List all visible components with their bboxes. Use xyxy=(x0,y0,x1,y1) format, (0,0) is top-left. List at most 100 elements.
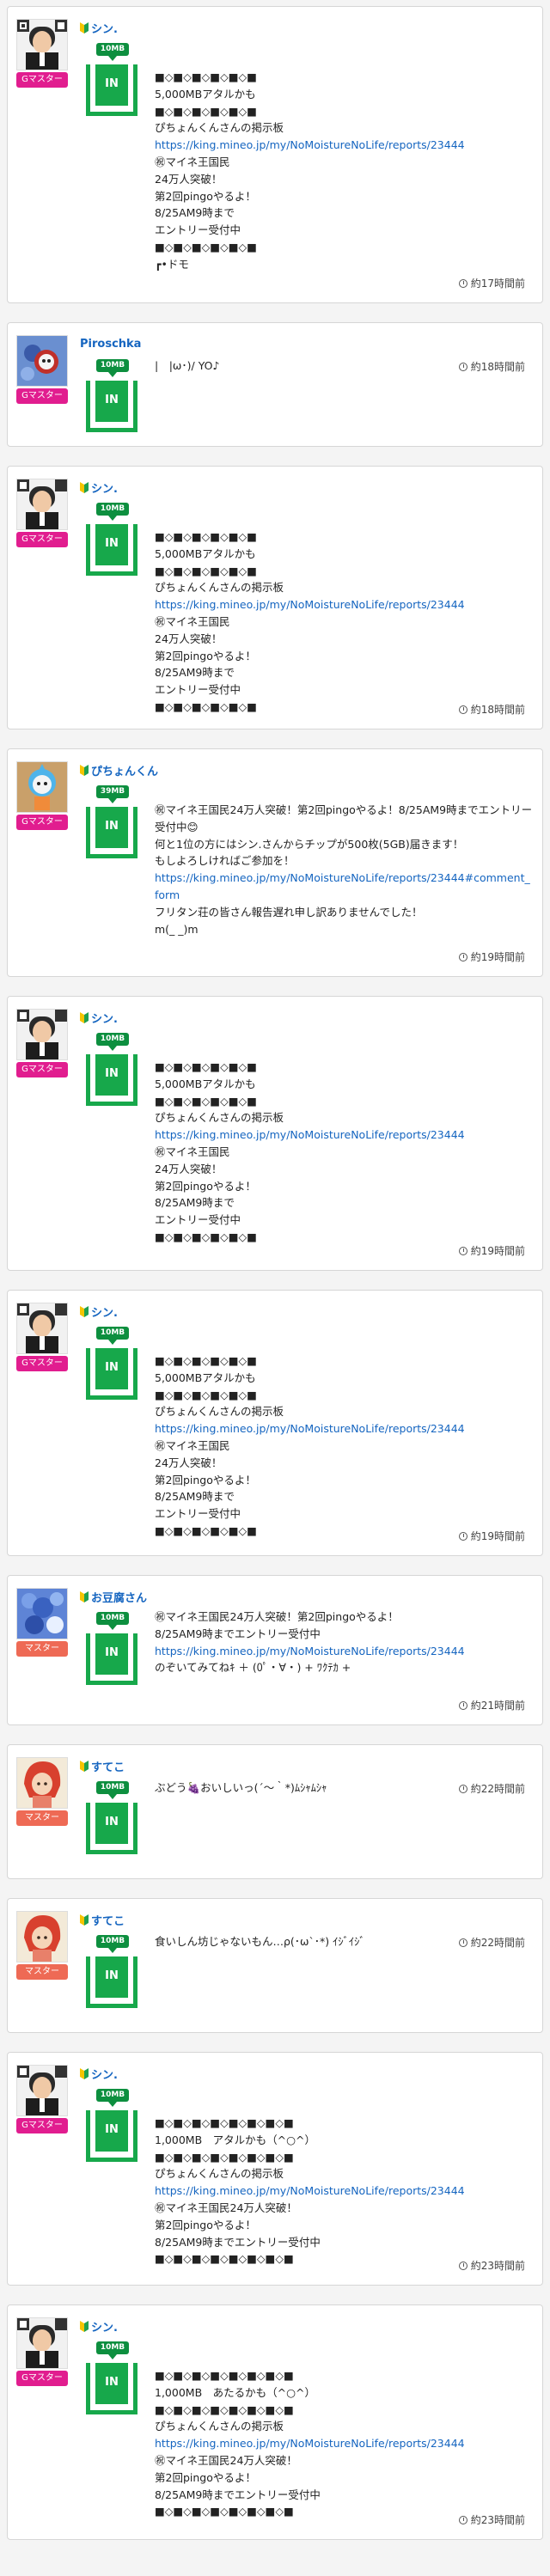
gift-in-icon: IN xyxy=(86,1956,138,2008)
user-name-row[interactable]: すてこ xyxy=(80,1758,125,1774)
rank-badge: Gマスター xyxy=(16,388,68,404)
user-name[interactable]: すてこ xyxy=(91,1758,125,1774)
user-name[interactable]: シン. xyxy=(91,479,118,496)
user-name[interactable]: シン. xyxy=(91,2318,118,2335)
rank-badge: Gマスター xyxy=(16,532,68,547)
comment-body: ■◇■◇■◇■◇■◇■ 5,000MBアタルかも ■◇■◇■◇■◇■◇■ ぴちょ… xyxy=(155,1352,533,1540)
chip-gift: 10MB IN xyxy=(86,1612,139,1685)
clock-icon xyxy=(458,705,468,714)
user-name[interactable]: ぴちょんくん xyxy=(91,762,158,778)
chip-gift: 10MB IN xyxy=(86,359,139,432)
comment-card: マスター すてこ 10MB IN ぶどう🍇おいしいっ(´～｀*)ﾑｼｬﾑｼｬ 約… xyxy=(7,1744,543,1879)
user-name[interactable]: シン. xyxy=(91,20,118,36)
avatar[interactable] xyxy=(16,1757,68,1809)
rank-badge: Gマスター xyxy=(16,72,68,88)
gift-in-icon: IN xyxy=(86,1054,138,1106)
user-name-row[interactable]: シン. xyxy=(80,2066,118,2082)
timestamp: 約19時間前 xyxy=(458,1529,525,1543)
gift-arrow-icon xyxy=(108,372,117,377)
user-name-row[interactable]: シン. xyxy=(80,20,118,36)
chip-gift: 10MB IN xyxy=(86,2089,139,2162)
gift-in-icon: IN xyxy=(86,1633,138,1685)
avatar-column: Gマスター xyxy=(16,479,68,547)
chip-gift: 10MB IN xyxy=(86,1327,139,1400)
comment-body: ■◇■◇■◇■◇■◇■ 5,000MBアタルかも ■◇■◇■◇■◇■◇■ ぴちょ… xyxy=(155,69,533,273)
chip-gift: 10MB IN xyxy=(86,1033,139,1106)
chip-gift: 10MB IN xyxy=(86,1781,139,1854)
avatar[interactable] xyxy=(16,1911,68,1963)
gift-amount-tag: 10MB xyxy=(96,1935,129,1948)
comment-card: Gマスター シン. 10MB IN ■◇■◇■◇■◇■◇■ 5,000MBアタル… xyxy=(7,6,543,303)
comment-link[interactable]: https://king.mineo.jp/my/NoMoistureNoLif… xyxy=(155,2435,533,2452)
rank-badge: マスター xyxy=(16,1810,68,1826)
avatar-column: Gマスター xyxy=(16,2065,68,2133)
comment-link[interactable]: https://king.mineo.jp/my/NoMoistureNoLif… xyxy=(155,1420,533,1438)
clock-icon xyxy=(458,278,468,288)
avatar[interactable] xyxy=(16,1009,68,1060)
beginner-mark-icon xyxy=(80,2067,89,2079)
user-name-row[interactable]: シン. xyxy=(80,479,118,496)
clock-icon xyxy=(458,362,468,371)
comment-body: ■◇■◇■◇■◇■◇■ 5,000MBアタルかも ■◇■◇■◇■◇■◇■ ぴちょ… xyxy=(155,528,533,716)
avatar[interactable] xyxy=(16,761,68,813)
gift-arrow-icon xyxy=(108,1625,117,1630)
user-name-row[interactable]: ぴちょんくん xyxy=(80,762,158,778)
clock-icon xyxy=(458,2515,468,2524)
comment-link[interactable]: https://king.mineo.jp/my/NoMoistureNoLif… xyxy=(155,137,533,154)
user-name-row[interactable]: シン. xyxy=(80,1010,118,1026)
user-name-row[interactable]: シン. xyxy=(80,2318,118,2335)
comment-body: ■◇■◇■◇■◇■◇■ 5,000MBアタルかも ■◇■◇■◇■◇■◇■ ぴちょ… xyxy=(155,1059,533,1246)
rank-badge: マスター xyxy=(16,1641,68,1657)
clock-icon xyxy=(458,1700,468,1710)
avatar[interactable] xyxy=(16,2317,68,2369)
gift-amount-tag: 10MB xyxy=(96,1781,129,1794)
comment-link[interactable]: https://king.mineo.jp/my/NoMoistureNoLif… xyxy=(155,2182,533,2200)
gift-amount-tag: 10MB xyxy=(96,2089,129,2102)
beginner-mark-icon xyxy=(80,2320,89,2332)
gift-in-icon: IN xyxy=(86,2363,138,2414)
user-name[interactable]: Piroschka xyxy=(80,338,141,351)
user-name[interactable]: シン. xyxy=(91,1010,118,1026)
timestamp: 約23時間前 xyxy=(458,2512,525,2527)
avatar[interactable] xyxy=(16,2065,68,2116)
avatar[interactable] xyxy=(16,1588,68,1639)
chip-gift: 39MB IN xyxy=(86,785,139,858)
comment-link[interactable]: https://king.mineo.jp/my/NoMoistureNoLif… xyxy=(155,1643,533,1660)
user-name[interactable]: お豆腐さん xyxy=(91,1589,147,1605)
gift-amount-tag: 10MB xyxy=(96,43,129,56)
gift-arrow-icon xyxy=(108,516,117,521)
avatar[interactable] xyxy=(16,479,68,530)
user-name[interactable]: シン. xyxy=(91,1303,118,1320)
avatar[interactable] xyxy=(16,1303,68,1354)
user-name[interactable]: シン. xyxy=(91,2066,118,2082)
comment-link[interactable]: https://king.mineo.jp/my/NoMoistureNoLif… xyxy=(155,870,533,904)
clock-icon xyxy=(458,1784,468,1793)
comment-card: マスター お豆腐さん 10MB IN ㊗マイネ王国民24万人突破！第2回ping… xyxy=(7,1575,543,1725)
comment-link[interactable]: https://king.mineo.jp/my/NoMoistureNoLif… xyxy=(155,1126,533,1144)
gift-in-icon: IN xyxy=(86,807,138,858)
user-name-row[interactable]: Piroschka xyxy=(80,337,141,351)
gift-amount-tag: 39MB xyxy=(96,785,129,798)
beginner-mark-icon xyxy=(80,1760,89,1772)
timestamp: 約22時間前 xyxy=(458,1935,525,1950)
comment-body: ■◇■◇■◇■◇■◇■◇■◇■ 1,000MB アタルかも（^○^） ■◇■◇■… xyxy=(155,2115,533,2268)
avatar-column: Gマスター xyxy=(16,761,68,830)
rank-badge: Gマスター xyxy=(16,815,68,830)
user-name[interactable]: すてこ xyxy=(91,1912,125,1928)
comment-body: ■◇■◇■◇■◇■◇■◇■◇■ 1,000MB あたるかも（^○^） ■◇■◇■… xyxy=(155,2367,533,2520)
gift-arrow-icon xyxy=(108,798,117,803)
comment-link[interactable]: https://king.mineo.jp/my/NoMoistureNoLif… xyxy=(155,596,533,613)
rank-badge: マスター xyxy=(16,1964,68,1980)
user-name-row[interactable]: シン. xyxy=(80,1303,118,1320)
user-name-row[interactable]: お豆腐さん xyxy=(80,1589,147,1605)
avatar[interactable] xyxy=(16,335,68,387)
comment-card: Gマスター シン. 10MB IN ■◇■◇■◇■◇■◇■ 5,000MBアタル… xyxy=(7,1290,543,1556)
comment-card: Gマスター ぴちょんくん 39MB IN ㊗マイネ王国民24万人突破！第2回pi… xyxy=(7,748,543,977)
clock-icon xyxy=(458,1531,468,1541)
avatar[interactable] xyxy=(16,19,68,70)
rank-badge: Gマスター xyxy=(16,1062,68,1077)
gift-arrow-icon xyxy=(108,2102,117,2107)
beginner-mark-icon xyxy=(80,1305,89,1317)
comment-feed: Gマスター シン. 10MB IN ■◇■◇■◇■◇■◇■ 5,000MBアタル… xyxy=(0,0,550,2540)
user-name-row[interactable]: すてこ xyxy=(80,1912,125,1928)
